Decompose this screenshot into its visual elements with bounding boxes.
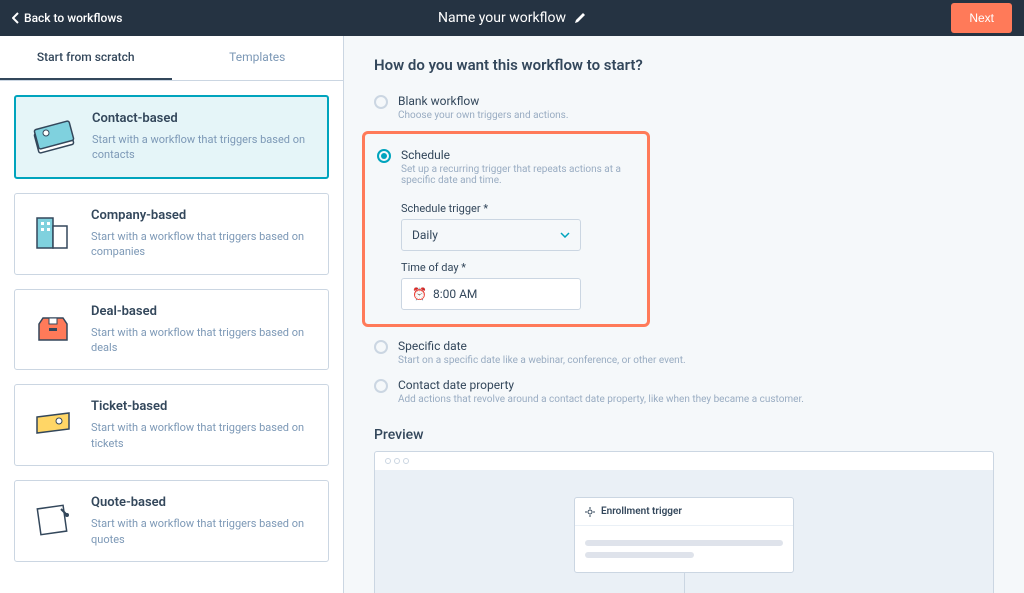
preview-box: Enrollment trigger ⏰Schedule — [374, 451, 994, 593]
option-contact-date-property[interactable]: Contact date property Add actions that r… — [374, 372, 994, 411]
gear-icon — [585, 507, 595, 517]
card-title: Company-based — [91, 208, 314, 223]
schedule-trigger-select[interactable]: Daily — [401, 219, 581, 251]
contact-icon — [30, 111, 78, 159]
ticket-icon — [29, 399, 77, 447]
card-body: Quote-based Start with a workflow that t… — [91, 495, 314, 547]
card-body: Company-based Start with a workflow that… — [91, 208, 314, 260]
card-desc: Start with a workflow that triggers base… — [91, 229, 314, 260]
radio-blank[interactable] — [374, 95, 388, 109]
option-schedule[interactable]: Schedule Set up a recurring trigger that… — [377, 142, 635, 192]
time-value: 8:00 AM — [433, 287, 477, 301]
card-body: Ticket-based Start with a workflow that … — [91, 399, 314, 451]
connector-line — [684, 573, 685, 593]
option-specific-date[interactable]: Specific date Start on a specific date l… — [374, 333, 994, 372]
tab-start-from-scratch[interactable]: Start from scratch — [0, 36, 172, 80]
workflow-title: Name your workflow — [438, 10, 566, 26]
preview-body: Enrollment trigger ⏰Schedule — [375, 471, 993, 593]
card-title: Ticket-based — [91, 399, 314, 414]
option-desc: Start on a specific date like a webinar,… — [398, 355, 686, 366]
card-ticket-based[interactable]: Ticket-based Start with a workflow that … — [14, 384, 329, 466]
card-deal-based[interactable]: Deal-based Start with a workflow that tr… — [14, 289, 329, 371]
window-dots — [375, 452, 993, 471]
schedule-highlight: Schedule Set up a recurring trigger that… — [362, 131, 650, 327]
card-desc: Start with a workflow that triggers base… — [92, 132, 313, 163]
time-of-day-input[interactable]: ⏰ 8:00 AM — [401, 278, 581, 310]
tabs: Start from scratch Templates — [0, 36, 343, 81]
card-title: Deal-based — [91, 304, 314, 319]
preview-card-title: Enrollment trigger — [601, 506, 682, 517]
time-of-day-label: Time of day * — [401, 261, 635, 274]
quote-icon — [29, 495, 77, 543]
radio-specific-date[interactable] — [374, 340, 388, 354]
card-title: Quote-based — [91, 495, 314, 510]
right-panel: How do you want this workflow to start? … — [344, 36, 1024, 593]
option-title: Specific date — [398, 339, 686, 353]
card-body: Contact-based Start with a workflow that… — [92, 111, 313, 163]
back-to-workflows-link[interactable]: Back to workflows — [12, 11, 122, 25]
preview-label: Preview — [374, 427, 994, 443]
option-title: Contact date property — [398, 378, 804, 392]
workflow-title-container: Name your workflow — [438, 10, 586, 26]
radio-contact-date[interactable] — [374, 379, 388, 393]
edit-icon[interactable] — [574, 12, 586, 24]
card-desc: Start with a workflow that triggers base… — [91, 325, 314, 356]
chevron-left-icon — [12, 12, 20, 24]
card-contact-based[interactable]: Contact-based Start with a workflow that… — [14, 95, 329, 179]
option-desc: Add actions that revolve around a contac… — [398, 394, 804, 405]
deal-icon — [29, 304, 77, 352]
card-desc: Start with a workflow that triggers base… — [91, 516, 314, 547]
next-button[interactable]: Next — [951, 3, 1012, 33]
preview-enrollment-card: Enrollment trigger — [574, 497, 794, 573]
caret-down-icon — [560, 232, 570, 238]
card-body: Deal-based Start with a workflow that tr… — [91, 304, 314, 356]
option-desc: Choose your own triggers and actions. — [398, 110, 568, 121]
topbar: Back to workflows Name your workflow Nex… — [0, 0, 1024, 36]
company-icon — [29, 208, 77, 256]
card-title: Contact-based — [92, 111, 313, 126]
option-desc: Set up a recurring trigger that repeats … — [401, 164, 635, 186]
back-label: Back to workflows — [24, 11, 122, 25]
left-panel: Start from scratch Templates Contact-bas… — [0, 36, 344, 593]
main-content: Start from scratch Templates Contact-bas… — [0, 36, 1024, 593]
card-quote-based[interactable]: Quote-based Start with a workflow that t… — [14, 480, 329, 562]
option-title: Schedule — [401, 148, 635, 162]
select-value: Daily — [412, 228, 438, 242]
card-desc: Start with a workflow that triggers base… — [91, 420, 314, 451]
workflow-type-cards: Contact-based Start with a workflow that… — [0, 81, 343, 576]
tab-templates[interactable]: Templates — [172, 36, 344, 80]
config-heading: How do you want this workflow to start? — [374, 56, 994, 74]
option-blank-workflow[interactable]: Blank workflow Choose your own triggers … — [374, 88, 994, 127]
card-company-based[interactable]: Company-based Start with a workflow that… — [14, 193, 329, 275]
clock-icon: ⏰ — [412, 287, 427, 301]
radio-schedule[interactable] — [377, 149, 391, 163]
option-title: Blank workflow — [398, 94, 568, 108]
schedule-trigger-label: Schedule trigger * — [401, 202, 635, 215]
